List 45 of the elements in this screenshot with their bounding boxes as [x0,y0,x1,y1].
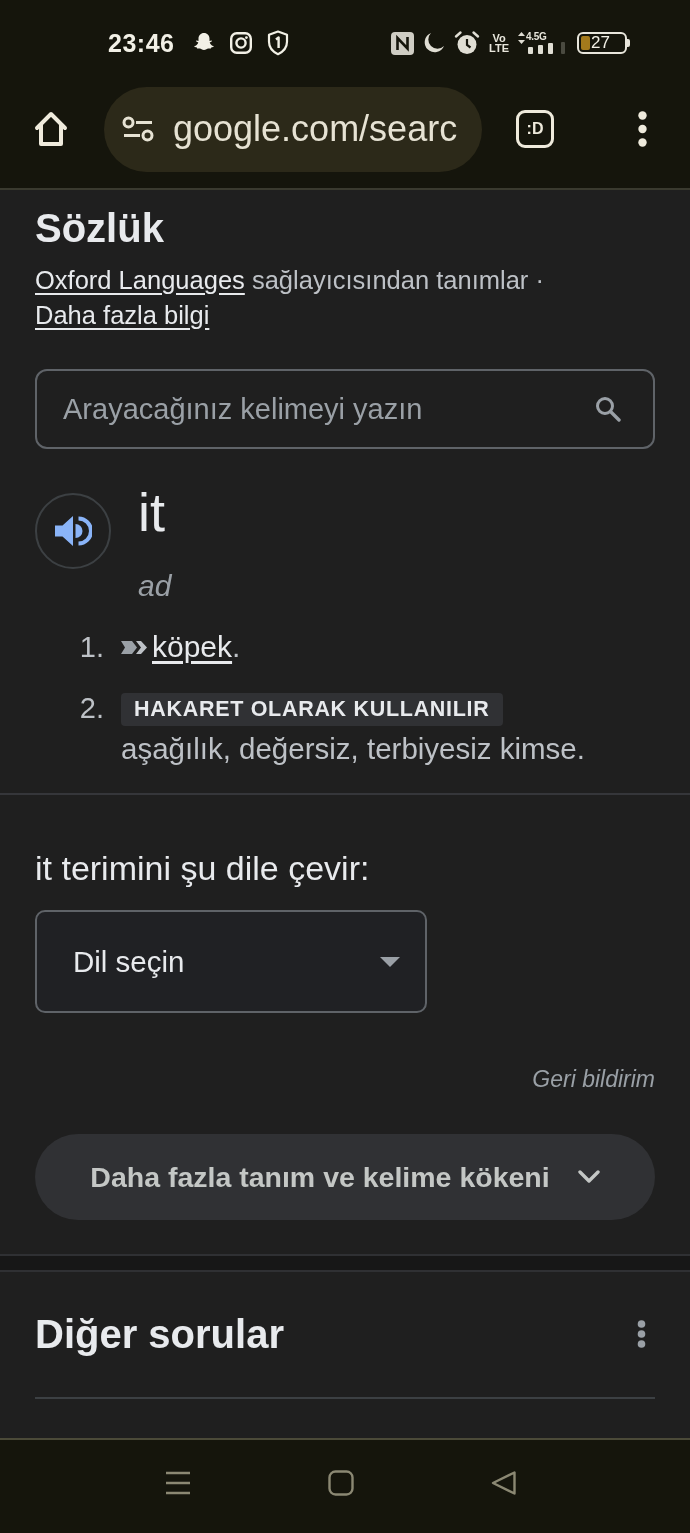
home-nav-button[interactable] [328,1469,354,1496]
pronunciation-button[interactable] [35,493,111,569]
search-icon [595,396,621,422]
synonym-link[interactable]: köpek [152,630,233,663]
menu-button[interactable] [638,111,647,147]
section-title: Diğer sorular [35,1311,284,1358]
signal-icon [526,42,568,54]
usage-label: HAKARET OLARAK KULLANILIR [121,693,503,726]
more-info-link[interactable]: Daha fazla bilgi [35,301,210,329]
attribution-text: Oxford Languages sağlayıcısından tanımlar · Daha fazla bilgi [35,265,545,331]
status-time: 23:46 [108,28,175,58]
sense-number: 2. [79,691,104,725]
battery-charge-icon [581,36,590,50]
search-field[interactable]: Arayacağınız kelimeyi yazın [35,369,655,449]
address-bar[interactable]: google.com/searc [104,86,482,172]
translate-prompt: it terimini şu dile çevir: [35,848,371,888]
url-text: google.com/searc [173,109,458,149]
language-select[interactable]: Dil seçin [35,910,427,1013]
network-mode-label: Vo LTE [489,33,509,53]
sense-number: 1. [79,630,104,664]
tune-icon [122,116,154,142]
nfc-icon [391,31,415,55]
double-arrow-icon [121,638,150,656]
more-definitions-button[interactable]: Daha fazla tanım ve kelime kökeni [35,1134,655,1220]
definition-text: aşağılık, değersiz, terbiyesiz kimse. [121,732,585,766]
home-button[interactable] [32,110,70,148]
camera-icon [230,32,253,54]
speaker-icon [54,514,92,548]
shield-icon [266,30,291,56]
definition-text: köpek. [152,630,241,664]
dictionary-title: Sözlük [35,205,165,252]
source-link[interactable]: Oxford Languages [35,266,245,294]
back-button[interactable] [491,1469,517,1496]
tab-switcher-button[interactable]: :D [516,110,554,148]
network-type-label: 4.5G [526,32,547,42]
headword: it [138,486,166,538]
caret-down-icon [380,956,400,967]
recents-button[interactable] [165,1469,191,1496]
data-arrows-icon [518,32,525,44]
alarm-clock-icon [454,30,481,56]
battery-percent: 27 [591,35,610,51]
more-options-button[interactable] [637,1320,646,1348]
part-of-speech: ad [138,569,172,603]
moon-icon [423,32,446,54]
feedback-link[interactable]: Geri bildirim [532,1065,655,1093]
